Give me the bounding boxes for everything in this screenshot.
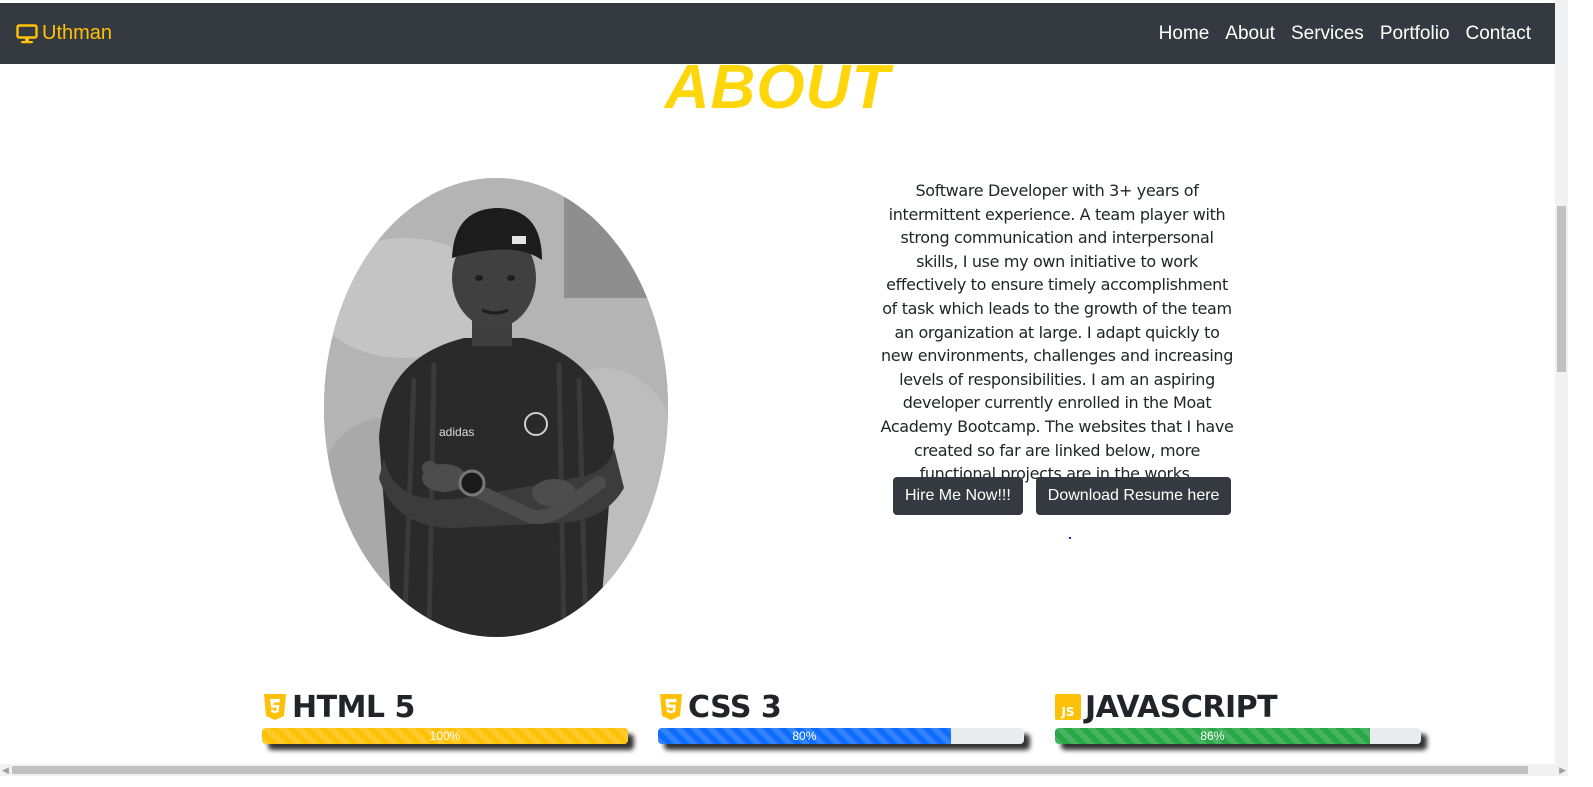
brand-name: Uthman — [42, 22, 113, 44]
nav-link-contact[interactable]: Contact — [1466, 23, 1531, 45]
progress-bar: 86% — [1055, 728, 1421, 744]
css3-icon — [658, 693, 684, 721]
skill-html: HTML 5 100% — [262, 689, 632, 744]
profile-photo: adidas — [324, 178, 668, 637]
progress-bar: 100% — [262, 728, 628, 744]
nav-links: Home About Services Portfolio Contact — [1159, 23, 1531, 45]
scroll-right-icon[interactable]: ▶ — [1559, 765, 1566, 775]
nav-link-about[interactable]: About — [1225, 23, 1275, 45]
skill-name: JAVASCRIPT — [1085, 689, 1278, 725]
vertical-scroll-thumb[interactable] — [1557, 206, 1566, 372]
window-bottom — [0, 776, 1593, 787]
nav-link-portfolio[interactable]: Portfolio — [1380, 23, 1450, 45]
svg-text:JS: JS — [1060, 705, 1074, 719]
javascript-icon: JS — [1055, 693, 1081, 721]
nav-link-home[interactable]: Home — [1159, 23, 1210, 45]
hire-me-button[interactable]: Hire Me Now!!! — [893, 477, 1023, 515]
page: Uthman Home About Services Portfolio Con… — [0, 0, 1593, 787]
about-buttons: Hire Me Now!!! Download Resume here — [893, 477, 1232, 515]
html5-icon — [262, 693, 288, 721]
horizontal-scrollbar[interactable]: ◀ ▶ — [0, 764, 1568, 776]
brand[interactable]: Uthman — [16, 22, 112, 45]
progress-fill: 100% — [262, 728, 628, 744]
skill-name: HTML 5 — [292, 689, 415, 725]
download-resume-button[interactable]: Download Resume here — [1035, 477, 1232, 515]
monitor-icon — [16, 23, 38, 43]
link-dot[interactable] — [1069, 537, 1071, 539]
progress-fill: 80% — [658, 728, 951, 744]
horizontal-scroll-thumb[interactable] — [12, 766, 1528, 774]
progress-fill: 86% — [1055, 728, 1370, 744]
nav-link-services[interactable]: Services — [1291, 23, 1364, 45]
vertical-scrollbar[interactable] — [1555, 0, 1568, 774]
skill-javascript: JS JAVASCRIPT 86% — [1055, 689, 1425, 744]
skill-name: CSS 3 — [688, 689, 782, 725]
window-edge — [1568, 0, 1593, 787]
navbar: Uthman Home About Services Portfolio Con… — [0, 3, 1555, 64]
skill-css: CSS 3 80% — [658, 689, 1028, 744]
scroll-left-icon[interactable]: ◀ — [2, 765, 9, 775]
about-bio: Software Developer with 3+ years of inte… — [880, 181, 1234, 484]
progress-bar: 80% — [658, 728, 1024, 744]
svg-text:adidas: adidas — [439, 425, 474, 439]
